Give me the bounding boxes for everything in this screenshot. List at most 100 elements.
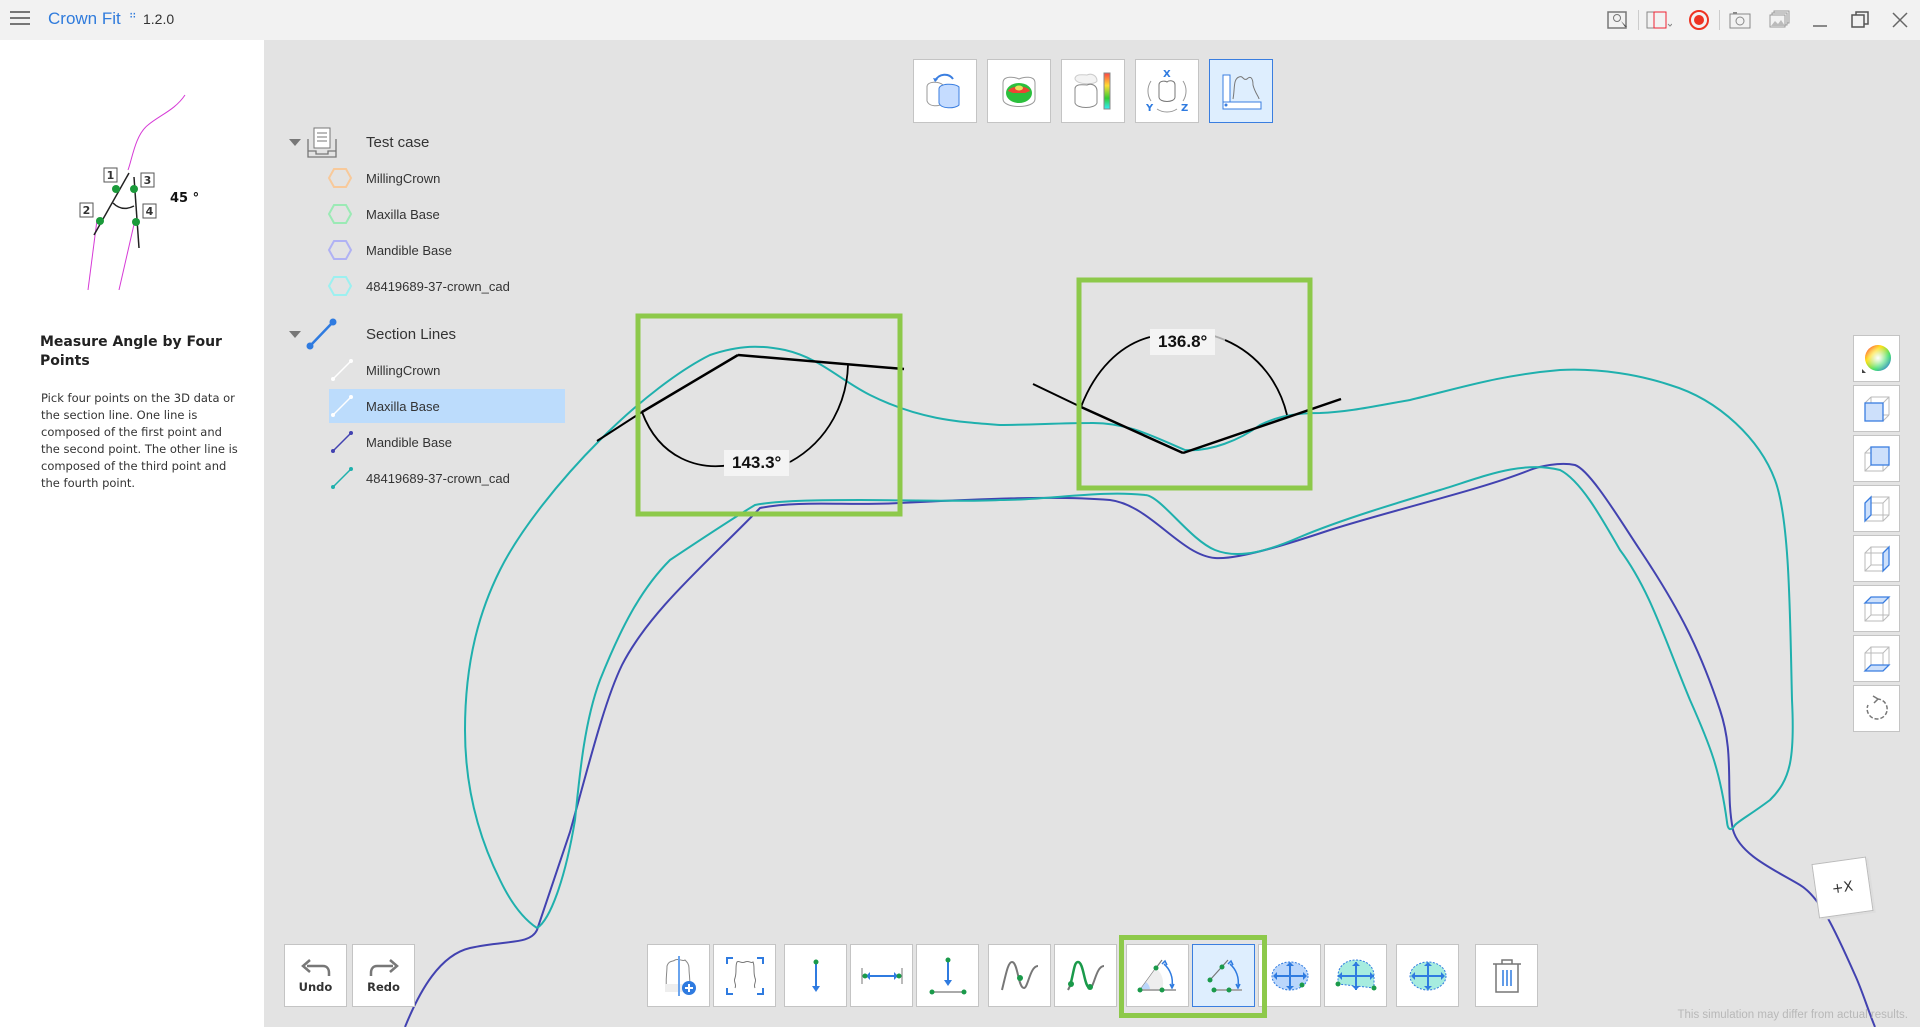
point-2: [96, 217, 104, 225]
section-measure-ruler-icon: [1222, 74, 1262, 110]
orientation-cube[interactable]: +X: [1811, 856, 1874, 919]
reset-view-button[interactable]: [1853, 685, 1900, 732]
tree-item-label: 48419689-37-crown_cad: [366, 278, 510, 294]
line-color-icon[interactable]: [329, 393, 355, 419]
hexagon-visibility-icon[interactable]: [327, 167, 353, 189]
tree-group-test-case[interactable]: Test case: [285, 125, 565, 159]
angle-four-points-icon: [1207, 959, 1242, 992]
tree-item-section-maxilla-base[interactable]: Maxilla Base: [329, 389, 565, 423]
gallery-icon: [1769, 10, 1790, 28]
redo-button[interactable]: Redo: [352, 944, 415, 1007]
svg-text:Z: Z: [1181, 103, 1188, 114]
area-fill-button[interactable]: [1396, 944, 1459, 1007]
record-button[interactable]: [1679, 0, 1719, 40]
vertical-distance-icon: [811, 959, 820, 992]
close-icon: [1892, 12, 1908, 28]
view-back-button[interactable]: [1853, 435, 1900, 482]
point-1: [112, 185, 120, 193]
tree-item-section-mandible-base[interactable]: Mandible Base: [285, 425, 565, 459]
line-color-icon[interactable]: [329, 429, 355, 455]
gallery-button[interactable]: [1760, 0, 1800, 40]
close-button[interactable]: [1880, 0, 1920, 40]
hexagon-visibility-icon[interactable]: [327, 203, 353, 225]
view-bottom-button[interactable]: [1853, 635, 1900, 682]
expand-caret-icon[interactable]: [289, 330, 301, 338]
angle-value-label: 143.3°: [724, 450, 790, 476]
tree-group-label: Section Lines: [366, 325, 457, 343]
tree-item-mandible-base[interactable]: Mandible Base: [285, 233, 565, 267]
app-badge-icon: ∷: [130, 11, 135, 20]
case-tray-icon: [307, 127, 337, 158]
vertical-distance-button[interactable]: [784, 944, 847, 1007]
section-line-icon: [306, 318, 337, 350]
tree-item-maxilla-base[interactable]: Maxilla Base: [285, 197, 565, 231]
restore-icon: [1851, 11, 1869, 28]
screen-record-area-icon: [1646, 11, 1672, 29]
screenshot-button[interactable]: [1720, 0, 1760, 40]
view-right-button[interactable]: [1853, 535, 1900, 582]
simulation-disclaimer: This simulation may differ from actual r…: [1677, 1009, 1908, 1021]
fit-section-button[interactable]: [713, 944, 776, 1007]
restore-button[interactable]: [1840, 0, 1880, 40]
point-to-line-distance-icon: [929, 957, 966, 994]
tree-item-crown-cad[interactable]: 48419689-37-crown_cad: [285, 269, 565, 303]
occlusion-map-button[interactable]: [987, 59, 1051, 123]
four-point-angle-illustration: 1 2 3 4 45 °: [79, 94, 199, 290]
horizontal-distance-button[interactable]: [850, 944, 913, 1007]
flip-view-icon: [926, 73, 960, 109]
tree-item-label: MillingCrown: [366, 170, 441, 186]
area-section-button[interactable]: [1324, 944, 1387, 1007]
tree-item-section-milling-crown[interactable]: MillingCrown: [285, 353, 565, 387]
axis-rotate-button[interactable]: X Y Z: [1135, 59, 1199, 123]
view-top-button[interactable]: [1853, 585, 1900, 632]
curve-length-button[interactable]: [1054, 944, 1117, 1007]
curve-point-button[interactable]: [988, 944, 1051, 1007]
line-color-icon[interactable]: [329, 357, 355, 383]
expand-caret-icon[interactable]: [289, 138, 301, 146]
horizontal-distance-icon: [861, 967, 902, 984]
help-tips-icon: [1607, 11, 1627, 29]
example-angle-label: 45 °: [170, 191, 199, 206]
hamburger-menu-button[interactable]: [10, 11, 30, 27]
color-picker-button[interactable]: [1853, 335, 1900, 382]
point-4: [132, 218, 140, 226]
add-section-button[interactable]: [647, 944, 710, 1007]
flip-view-button[interactable]: [913, 59, 977, 123]
record-icon: [1689, 10, 1709, 30]
redo-arrow-icon: [369, 958, 399, 976]
tree-group-section-lines[interactable]: Section Lines: [285, 317, 565, 351]
screenshot-camera-icon: [1729, 12, 1751, 29]
help-tips-button[interactable]: [1598, 0, 1638, 40]
delete-measurement-button[interactable]: [1475, 944, 1538, 1007]
color-scale-button[interactable]: [1061, 59, 1125, 123]
measure-section-button[interactable]: [1209, 59, 1273, 123]
line-color-icon[interactable]: [329, 465, 355, 491]
angle-four-points-button[interactable]: [1192, 944, 1255, 1007]
point-to-line-distance-button[interactable]: [916, 944, 979, 1007]
trash-icon: [1492, 958, 1521, 993]
svg-text:Y: Y: [1145, 103, 1154, 114]
cube-back-view-icon: [1864, 445, 1890, 471]
highlight-box-measurement-1: [635, 313, 903, 517]
undo-button[interactable]: Undo: [284, 944, 347, 1007]
record-area-button[interactable]: [1639, 0, 1679, 40]
tree-item-milling-crown[interactable]: MillingCrown: [285, 161, 565, 195]
section-line-crown-cad[interactable]: [463, 345, 1794, 929]
area-ellipse-button[interactable]: [1258, 944, 1321, 1007]
minimize-button[interactable]: [1800, 0, 1840, 40]
angle-three-points-button[interactable]: [1126, 944, 1189, 1007]
point-label-3: 3: [144, 174, 152, 187]
area-section-icon: [1335, 958, 1376, 990]
tree-item-section-crown-cad[interactable]: 48419689-37-crown_cad: [285, 461, 565, 495]
view-left-button[interactable]: [1853, 485, 1900, 532]
section-line-mandible[interactable]: [404, 462, 1876, 1027]
svg-text:X: X: [1163, 69, 1171, 80]
cube-top-view-icon: [1862, 595, 1891, 621]
color-scale-icon: [1074, 72, 1111, 110]
undo-arrow-icon: [300, 958, 330, 976]
hexagon-visibility-icon[interactable]: [327, 239, 353, 261]
hexagon-visibility-icon[interactable]: [327, 275, 353, 297]
app-version: 1.2.0: [143, 11, 175, 27]
help-title: Measure Angle by Four Points: [40, 334, 222, 369]
view-front-button[interactable]: [1853, 385, 1900, 432]
